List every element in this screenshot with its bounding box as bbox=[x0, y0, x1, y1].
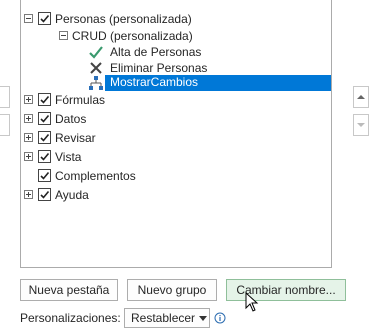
green-check-icon bbox=[89, 46, 103, 59]
expand-icon[interactable] bbox=[24, 133, 33, 142]
personas-label: Personas (personalizada) bbox=[55, 12, 192, 26]
tab-checkbox[interactable] bbox=[38, 112, 51, 125]
checkmark-icon bbox=[40, 95, 50, 104]
expand-icon[interactable] bbox=[24, 152, 33, 161]
tree-row-tab[interactable]: Fórmulas bbox=[21, 91, 331, 109]
dropdown-arrow-icon bbox=[199, 316, 207, 321]
new-tab-button[interactable]: Nueva pestaña bbox=[20, 279, 118, 301]
tab-checkbox[interactable] bbox=[38, 93, 51, 106]
ribbon-tree-panel[interactable]: Personas (personalizada) CRUD (personali… bbox=[20, 0, 332, 268]
checkmark-icon bbox=[40, 114, 50, 123]
cross-x-icon bbox=[90, 62, 102, 74]
tab-label: Complementos bbox=[55, 169, 136, 183]
rename-button[interactable]: Cambiar nombre... bbox=[226, 279, 346, 301]
reset-dropdown-label: Restablecer bbox=[131, 311, 196, 325]
collapse-icon[interactable] bbox=[59, 31, 68, 40]
tree-row-tab[interactable]: Datos bbox=[21, 110, 331, 128]
tab-checkbox[interactable] bbox=[38, 188, 51, 201]
info-icon[interactable] bbox=[214, 312, 226, 324]
chevron-down-icon bbox=[357, 123, 365, 127]
expand-icon[interactable] bbox=[24, 95, 33, 104]
left-edge-button-1[interactable] bbox=[0, 86, 10, 108]
tab-label: Ayuda bbox=[55, 188, 89, 202]
sitemap-icon bbox=[89, 76, 103, 90]
new-group-button[interactable]: Nuevo grupo bbox=[127, 279, 217, 301]
tab-label: Revisar bbox=[55, 131, 96, 145]
expand-icon[interactable] bbox=[24, 114, 33, 123]
tab-checkbox[interactable] bbox=[38, 169, 51, 182]
command-label: MostrarCambios bbox=[110, 75, 199, 89]
chevron-up-icon bbox=[357, 95, 365, 99]
tab-label: Fórmulas bbox=[55, 93, 106, 107]
checkmark-icon bbox=[40, 152, 50, 161]
tab-label: Vista bbox=[55, 150, 82, 164]
move-down-button[interactable] bbox=[353, 114, 369, 136]
customizations-label: Personalizaciones: bbox=[20, 311, 121, 325]
personas-checkbox[interactable] bbox=[38, 12, 51, 25]
tree-row-tab[interactable]: Ayuda bbox=[21, 186, 331, 204]
collapse-icon[interactable] bbox=[24, 14, 33, 23]
checkmark-icon bbox=[40, 171, 50, 180]
tree-row-tab[interactable]: Vista bbox=[21, 148, 331, 166]
checkmark-icon bbox=[40, 133, 50, 142]
tree-row-tab[interactable]: Complementos bbox=[21, 167, 331, 185]
move-up-button[interactable] bbox=[353, 86, 369, 108]
tab-checkbox[interactable] bbox=[38, 150, 51, 163]
checkmark-icon bbox=[40, 14, 50, 23]
checkmark-icon bbox=[40, 190, 50, 199]
left-edge-button-2[interactable] bbox=[0, 114, 10, 136]
expand-icon[interactable] bbox=[24, 190, 33, 199]
mouse-cursor-icon bbox=[245, 292, 259, 312]
tree-row-personas[interactable]: Personas (personalizada) bbox=[21, 10, 331, 28]
tab-checkbox[interactable] bbox=[38, 131, 51, 144]
tree-row-tab[interactable]: Revisar bbox=[21, 129, 331, 147]
tab-label: Datos bbox=[55, 112, 87, 126]
reset-dropdown[interactable]: Restablecer bbox=[124, 308, 210, 328]
